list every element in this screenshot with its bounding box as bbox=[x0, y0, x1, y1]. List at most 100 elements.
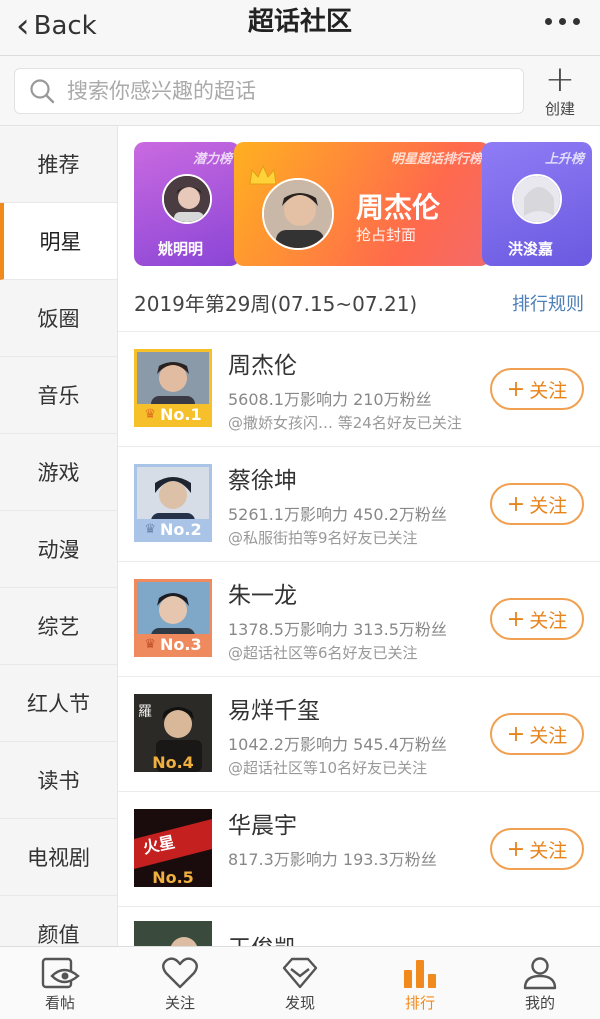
sidebar-item-fandom[interactable]: 饭圈 bbox=[0, 280, 117, 357]
follow-button[interactable]: + 关注 bbox=[490, 368, 584, 410]
star-ranking-card[interactable]: 明星超话排行榜 周杰伦 抢占封面 bbox=[234, 142, 490, 266]
avatar: ♛ No.2 bbox=[134, 464, 212, 542]
ranking-list: ♛ No.1 周杰伦 5608.1万影响力 210万粉丝 @撒娇女孩闪… 等24名… bbox=[118, 332, 600, 946]
create-button[interactable]: + 创建 bbox=[532, 62, 588, 120]
table-row[interactable]: ♛ No.2 蔡徐坤 5261.1万影响力 450.2万粉丝 @私服街拍等9名好友… bbox=[118, 447, 600, 562]
avatar: ♛ No.3 bbox=[134, 579, 212, 657]
plus-icon: + bbox=[506, 606, 526, 632]
plus-icon: + bbox=[544, 59, 576, 100]
heart-icon bbox=[161, 954, 199, 992]
search-box[interactable] bbox=[14, 68, 524, 114]
bars-icon bbox=[400, 954, 440, 992]
sidebar-item-tv-drama[interactable]: 电视剧 bbox=[0, 819, 117, 896]
svg-text:羅: 羅 bbox=[138, 704, 152, 720]
friends-following: @私服街拍等9名好友已关注 bbox=[228, 529, 418, 547]
tab-posts[interactable]: 看帖 bbox=[0, 947, 120, 1019]
sidebar-item-anime[interactable]: 动漫 bbox=[0, 511, 117, 588]
search-row: + 创建 bbox=[0, 56, 600, 126]
sidebar-item-music[interactable]: 音乐 bbox=[0, 357, 117, 434]
crown-icon: ♛ bbox=[144, 521, 157, 537]
tab-label: 关注 bbox=[164, 993, 195, 1012]
tab-ranking[interactable]: 排行 bbox=[360, 947, 480, 1019]
star-name: 蔡徐坤 bbox=[228, 468, 297, 494]
sidebar-item-recommend[interactable]: 推荐 bbox=[0, 126, 117, 203]
star-name: 朱一龙 bbox=[228, 583, 297, 609]
follow-button[interactable]: + 关注 bbox=[490, 828, 584, 870]
eye-card-icon bbox=[40, 954, 80, 992]
tab-label: 看帖 bbox=[44, 993, 75, 1012]
star-stats: 1042.2万影响力 545.4万粉丝 bbox=[228, 735, 447, 754]
tab-me[interactable]: 我的 bbox=[480, 947, 600, 1019]
card-tag: 明星超话排行榜 bbox=[390, 152, 482, 167]
ranking-banner: 潜力榜 姚明明 明星超话排行榜 周杰伦 抢占封面 上升榜 洪浚嘉 bbox=[118, 126, 600, 276]
sidebar-item-stars[interactable]: 明星 bbox=[0, 203, 117, 280]
crown-icon: ♛ bbox=[144, 636, 157, 652]
tab-label: 发现 bbox=[284, 993, 315, 1012]
sidebar-item-influencer[interactable]: 红人节 bbox=[0, 665, 117, 742]
category-sidebar: 推荐 明星 饭圈 音乐 游戏 动漫 综艺 红人节 读书 电视剧 颜值 bbox=[0, 126, 118, 973]
card-name: 洪浚嘉 bbox=[508, 240, 554, 258]
avatar: 羅 No.4 bbox=[134, 694, 212, 772]
friends-following: @撒娇女孩闪… 等24名好友已关注 bbox=[228, 414, 462, 432]
follow-button[interactable]: + 关注 bbox=[490, 483, 584, 525]
friends-following: @超话社区等6名好友已关注 bbox=[228, 644, 418, 662]
star-stats: 817.3万影响力 193.3万粉丝 bbox=[228, 850, 437, 869]
crown-icon bbox=[249, 164, 277, 185]
rank-badge: No.4 bbox=[152, 752, 194, 772]
person-icon bbox=[521, 954, 559, 992]
card-subtitle: 抢占封面 bbox=[356, 226, 417, 244]
table-row[interactable]: ♛ No.1 周杰伦 5608.1万影响力 210万粉丝 @撒娇女孩闪… 等24名… bbox=[118, 332, 600, 447]
search-icon bbox=[30, 79, 55, 104]
rising-list-card[interactable]: 上升榜 洪浚嘉 bbox=[482, 142, 592, 266]
tab-discover[interactable]: 发现 bbox=[240, 947, 360, 1019]
table-row[interactable]: 火星 No.5 华晨宇 817.3万影响力 193.3万粉丝 + 关注 bbox=[118, 792, 600, 907]
star-stats: 1378.5万影响力 313.5万粉丝 bbox=[228, 620, 447, 639]
avatar: 火星 No.5 bbox=[134, 809, 212, 887]
avatar bbox=[162, 174, 212, 224]
crown-icon: ♛ bbox=[144, 406, 157, 422]
sidebar-item-variety[interactable]: 综艺 bbox=[0, 588, 117, 665]
table-row[interactable]: ♛ No.3 朱一龙 1378.5万影响力 313.5万粉丝 @超话社区等6名好友… bbox=[118, 562, 600, 677]
star-name: 易烊千玺 bbox=[228, 698, 320, 724]
star-stats: 5608.1万影响力 210万粉丝 bbox=[228, 390, 432, 409]
follow-button[interactable]: + 关注 bbox=[490, 713, 584, 755]
rank-badge: ♛ No.1 bbox=[137, 404, 209, 424]
sidebar-item-reading[interactable]: 读书 bbox=[0, 742, 117, 819]
search-input[interactable] bbox=[67, 79, 487, 103]
top-bar: ‹ Back 超话社区 bbox=[0, 0, 600, 56]
card-name: 姚明明 bbox=[158, 240, 204, 258]
rank-badge: No.5 bbox=[152, 867, 194, 887]
tab-label: 排行 bbox=[404, 993, 435, 1012]
week-header: 2019年第29周(07.15~07.21) 排行规则 bbox=[118, 276, 600, 332]
table-row[interactable]: 王俊凯 bbox=[118, 907, 600, 946]
table-row[interactable]: 羅 No.4 易烊千玺 1042.2万影响力 545.4万粉丝 @超话社区等10… bbox=[118, 677, 600, 792]
star-name: 周杰伦 bbox=[228, 353, 297, 379]
avatar: ♛ No.1 bbox=[134, 349, 212, 427]
main-content: 潜力榜 姚明明 明星超话排行榜 周杰伦 抢占封面 上升榜 洪浚嘉 2019年第2… bbox=[118, 126, 600, 946]
week-label: 2019年第29周(07.15~07.21) bbox=[134, 292, 418, 316]
create-label: 创建 bbox=[544, 100, 575, 118]
more-options-icon[interactable] bbox=[545, 18, 580, 25]
tab-following[interactable]: 关注 bbox=[120, 947, 240, 1019]
bottom-tab-bar: 看帖 关注 发现 排行 我的 bbox=[0, 946, 600, 1019]
plus-icon: + bbox=[506, 376, 526, 402]
avatar bbox=[134, 921, 212, 946]
follow-button[interactable]: + 关注 bbox=[490, 598, 584, 640]
star-name: 华晨宇 bbox=[228, 813, 297, 839]
sidebar-item-games[interactable]: 游戏 bbox=[0, 434, 117, 511]
rank-badge: ♛ No.2 bbox=[137, 519, 209, 539]
rank-badge: ♛ No.3 bbox=[137, 634, 209, 654]
card-name: 周杰伦 bbox=[356, 191, 441, 224]
plus-icon: + bbox=[506, 836, 526, 862]
diamond-icon bbox=[280, 954, 320, 992]
star-stats: 5261.1万影响力 450.2万粉丝 bbox=[228, 505, 447, 524]
page-title: 超话社区 bbox=[247, 7, 352, 37]
potential-list-card[interactable]: 潜力榜 姚明明 bbox=[134, 142, 240, 266]
plus-icon: + bbox=[506, 491, 526, 517]
tab-label: 我的 bbox=[524, 993, 555, 1012]
avatar bbox=[512, 174, 562, 224]
card-tag: 潜力榜 bbox=[192, 152, 232, 167]
ranking-rules-link[interactable]: 排行规则 bbox=[512, 290, 584, 316]
avatar bbox=[262, 178, 334, 250]
card-tag: 上升榜 bbox=[544, 152, 584, 167]
